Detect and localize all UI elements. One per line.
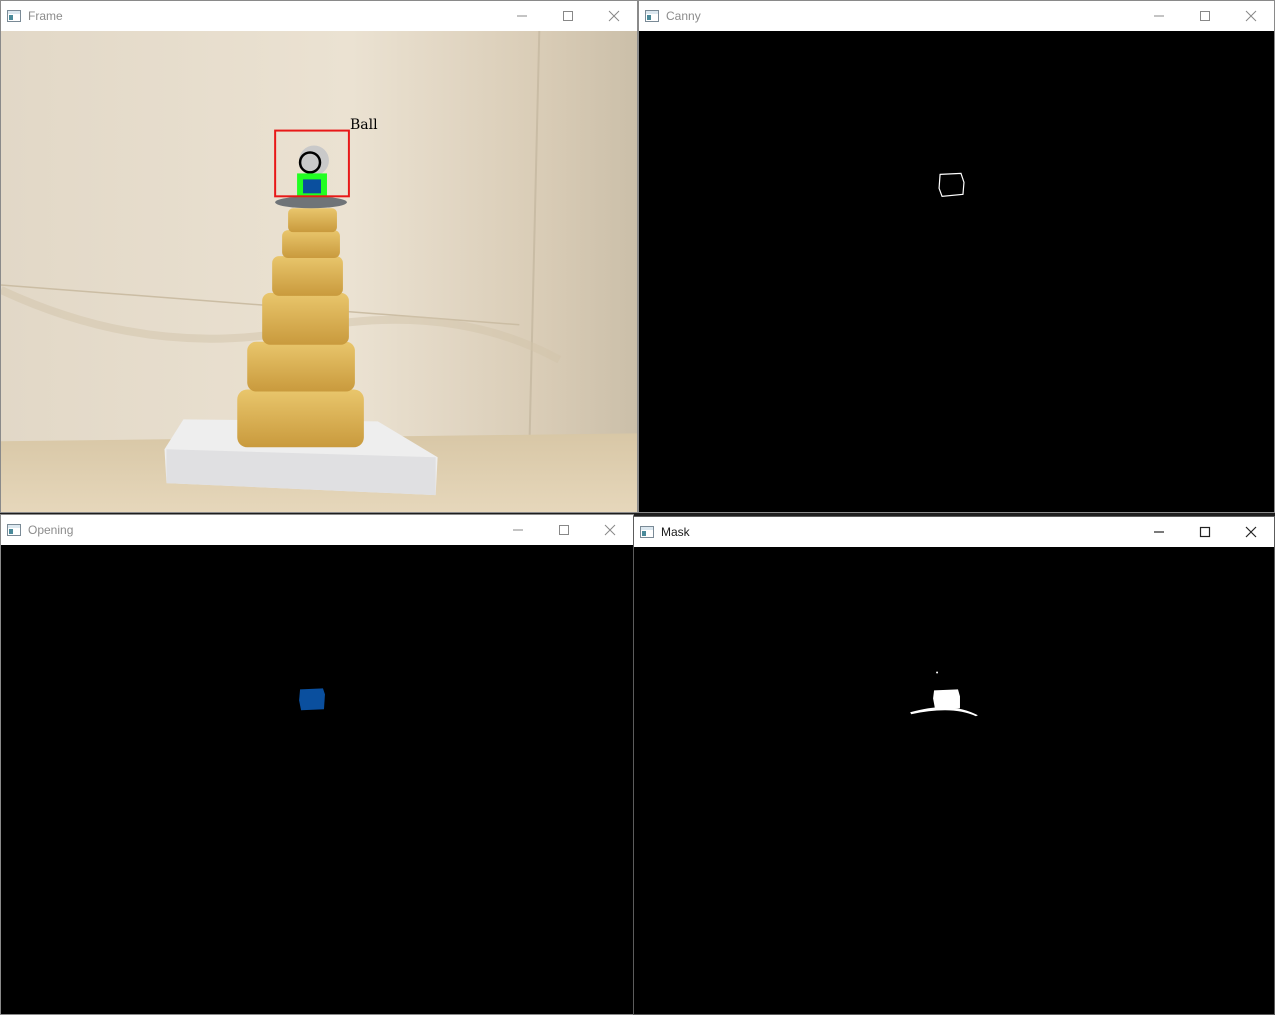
opening-maximize-button[interactable]	[541, 515, 587, 545]
opening-result-image	[299, 688, 325, 711]
opening-titlebar[interactable]: Opening	[1, 515, 633, 545]
close-icon	[608, 10, 620, 22]
app-window-icon	[640, 526, 654, 538]
mask-titlebar[interactable]: Mask	[634, 517, 1274, 547]
opening-window-title: Opening	[28, 523, 74, 537]
close-icon	[604, 524, 616, 536]
canny-minimize-button[interactable]	[1136, 1, 1182, 31]
close-icon	[1245, 10, 1257, 22]
canny-window-title: Canny	[666, 9, 701, 23]
canny-titlebar[interactable]: Canny	[639, 1, 1274, 31]
frame-maximize-button[interactable]	[545, 1, 591, 31]
app-window-icon	[645, 10, 659, 22]
opening-morphology-view	[1, 545, 633, 1014]
frame-window[interactable]: Frame Ball	[0, 0, 638, 513]
maximize-icon	[1200, 11, 1210, 21]
close-icon	[1245, 526, 1257, 538]
opening-close-button[interactable]	[587, 515, 633, 545]
canny-window[interactable]: Canny	[638, 0, 1275, 513]
frame-close-button[interactable]	[591, 1, 637, 31]
canny-maximize-button[interactable]	[1182, 1, 1228, 31]
camera-frame-image	[1, 31, 637, 512]
mask-close-button[interactable]	[1228, 517, 1274, 547]
minimize-icon	[517, 15, 527, 17]
maximize-icon	[563, 11, 573, 21]
minimize-icon	[1154, 15, 1164, 17]
mask-threshold-view	[634, 547, 1274, 1014]
app-window-icon	[7, 10, 21, 22]
opening-minimize-button[interactable]	[495, 515, 541, 545]
mask-result-image	[910, 671, 978, 717]
app-window-icon	[7, 524, 21, 536]
canny-close-button[interactable]	[1228, 1, 1274, 31]
mask-window-title: Mask	[661, 525, 690, 539]
minimize-icon	[1154, 531, 1164, 533]
canny-edge-view	[639, 31, 1274, 512]
opening-window[interactable]: Opening	[0, 514, 634, 1015]
frame-camera-view: Ball	[1, 31, 637, 512]
frame-titlebar[interactable]: Frame	[1, 1, 637, 31]
minimize-icon	[513, 529, 523, 531]
canny-edge-image	[938, 172, 965, 197]
maximize-icon	[1199, 526, 1211, 538]
frame-window-title: Frame	[28, 9, 63, 23]
mask-window[interactable]: Mask	[633, 516, 1275, 1015]
maximize-icon	[559, 525, 569, 535]
detected-object-label: Ball	[350, 117, 378, 133]
mask-minimize-button[interactable]	[1136, 517, 1182, 547]
frame-minimize-button[interactable]	[499, 1, 545, 31]
mask-maximize-button[interactable]	[1182, 517, 1228, 547]
